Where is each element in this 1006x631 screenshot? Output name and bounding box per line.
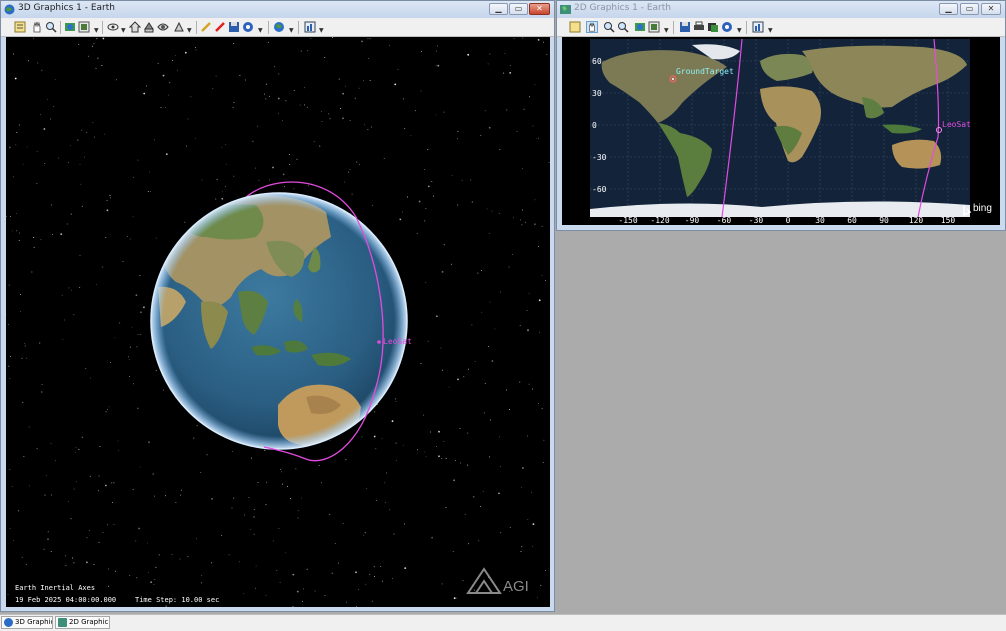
lat-tick-label: 0 — [592, 121, 597, 130]
lon-tick-label: -60 — [716, 216, 732, 225]
dropdown-arrow-icon[interactable]: ▼ — [94, 27, 99, 34]
properties-icon[interactable] — [14, 21, 26, 33]
separator — [268, 21, 269, 34]
dropdown-arrow-icon[interactable]: ▼ — [768, 27, 773, 34]
restore-button[interactable]: ▭ — [960, 3, 979, 15]
separator — [673, 21, 674, 34]
lon-tick-label: 120 — [908, 216, 924, 225]
separator — [60, 21, 61, 34]
world-map — [590, 38, 972, 218]
globe-app-icon — [4, 4, 15, 15]
lon-tick-label: 60 — [847, 216, 857, 225]
window-title: 3D Graphics 1 - Earth — [18, 3, 115, 13]
earth-scene — [150, 181, 502, 594]
titlebar-3d[interactable]: 3D Graphics 1 - Earth ▁ ▭ ✕ — [1, 1, 554, 18]
dropdown-arrow-icon[interactable]: ▼ — [258, 27, 263, 34]
dropdown-arrow-icon[interactable]: ▼ — [289, 27, 294, 34]
dropdown-arrow-icon[interactable]: ▼ — [121, 27, 126, 34]
separator — [196, 21, 197, 34]
copy-image-icon[interactable] — [707, 21, 719, 33]
taskbar: 3D Graphic... 2D Graphic... — [0, 614, 1006, 631]
timestep-label: Time Step: 10.00 sec — [135, 596, 220, 604]
axes-label: Earth Inertial Axes — [15, 584, 96, 592]
orbit-view-icon[interactable] — [157, 21, 169, 33]
separator — [298, 21, 299, 34]
globe-settings-icon[interactable] — [273, 21, 285, 33]
lon-tick-label: -150 — [618, 216, 638, 225]
lon-tick-label: 0 — [785, 216, 791, 225]
window-2d-graphics[interactable]: 2D Graphics 1 - Earth ▁ ▭ ✕ ▼ ▼ ▼ Ground… — [556, 0, 1006, 231]
taskbar-item-3d[interactable]: 3D Graphic... — [1, 616, 53, 629]
zoom-in-icon[interactable] — [603, 21, 615, 33]
pan-hand-icon[interactable] — [31, 21, 43, 33]
leosat-marker[interactable] — [377, 340, 381, 344]
home-view-icon[interactable] — [78, 21, 90, 33]
restore-button[interactable]: ▭ — [509, 3, 528, 15]
lat-tick-label: 30 — [592, 89, 602, 98]
save-icon[interactable] — [679, 21, 691, 33]
lon-tick-label: -120 — [650, 216, 670, 225]
taskbar-item-2d[interactable]: 2D Graphic... — [55, 616, 110, 629]
dropdown-arrow-icon[interactable]: ▼ — [319, 27, 324, 34]
lon-tick-label: -90 — [684, 216, 700, 225]
measure-icon[interactable] — [214, 21, 226, 33]
satellite-label: LeoSat — [942, 120, 971, 129]
map-app-icon — [560, 5, 571, 14]
close-button[interactable]: ✕ — [529, 3, 550, 15]
2d-map-viewport[interactable]: GroundTarget LeoSat bing 60 30 0 -30 -60 -15… — [562, 37, 1000, 225]
ground-target-label: GroundTarget — [676, 67, 734, 76]
taskbar-item-label: 3D Graphic... — [15, 618, 52, 626]
pan-hand-icon[interactable] — [586, 21, 598, 33]
toolbar-3d: ▼ ▼ ▼ ▼ ▼ ▼ — [1, 18, 554, 37]
globe-icon — [4, 618, 13, 627]
3d-viewport[interactable]: LeoSat AGI Earth Inertial Axes 19 Feb 20… — [6, 37, 550, 607]
minimize-button[interactable]: ▁ — [489, 3, 508, 15]
window-title: 2D Graphics 1 - Earth — [574, 3, 671, 13]
separator — [102, 21, 103, 34]
window-3d-graphics[interactable]: 3D Graphics 1 - Earth ▁ ▭ ✕ ▼ ▼ ▼ ▼ ▼ ▼ — [0, 0, 555, 612]
dropdown-arrow-icon[interactable]: ▼ — [737, 27, 742, 34]
taskbar-item-label: 2D Graphic... — [69, 618, 109, 626]
house-icon[interactable] — [129, 21, 141, 33]
titlebar-2d[interactable]: 2D Graphics 1 - Earth ▁ ▭ ✕ — [557, 1, 1005, 18]
map-icon — [58, 618, 67, 627]
toolbar-2d: ▼ ▼ ▼ — [557, 18, 1005, 37]
report-icon[interactable] — [752, 21, 764, 33]
home-view-icon[interactable] — [648, 21, 660, 33]
globe-view-icon[interactable] — [64, 21, 76, 33]
agi-logo-icon — [466, 567, 502, 594]
save-image-icon[interactable] — [228, 21, 240, 33]
lat-tick-label: -60 — [592, 185, 607, 194]
satellite-label: LeoSat — [383, 337, 412, 346]
print-icon[interactable] — [693, 21, 705, 33]
lon-tick-label: 30 — [815, 216, 825, 225]
zoom-out-icon[interactable] — [617, 21, 629, 33]
close-button[interactable]: ✕ — [981, 3, 1001, 15]
animation-icon[interactable] — [173, 21, 185, 33]
datetime-label: 19 Feb 2025 04:00:00.000 — [15, 596, 117, 604]
lon-tick-label: -30 — [748, 216, 764, 225]
dropdown-arrow-icon[interactable]: ▼ — [664, 27, 669, 34]
agi-watermark: AGI — [503, 578, 529, 595]
pencil-icon[interactable] — [200, 21, 212, 33]
map-attribution: bing — [973, 203, 992, 214]
lat-tick-label: 60 — [592, 57, 602, 66]
dropdown-arrow-icon[interactable]: ▼ — [187, 27, 192, 34]
record-icon[interactable] — [721, 21, 733, 33]
lat-tick-label: -30 — [592, 153, 607, 162]
report-icon[interactable] — [304, 21, 316, 33]
record-icon[interactable] — [242, 21, 254, 33]
lon-tick-label: 150 — [940, 216, 956, 225]
north-up-icon[interactable] — [143, 21, 155, 33]
properties-icon[interactable] — [569, 21, 581, 33]
view-from-icon[interactable] — [107, 21, 119, 33]
zoom-icon[interactable] — [45, 21, 57, 33]
lon-tick-label: 90 — [879, 216, 889, 225]
separator — [746, 21, 747, 34]
minimize-button[interactable]: ▁ — [939, 3, 958, 15]
map-view-icon[interactable] — [634, 21, 646, 33]
